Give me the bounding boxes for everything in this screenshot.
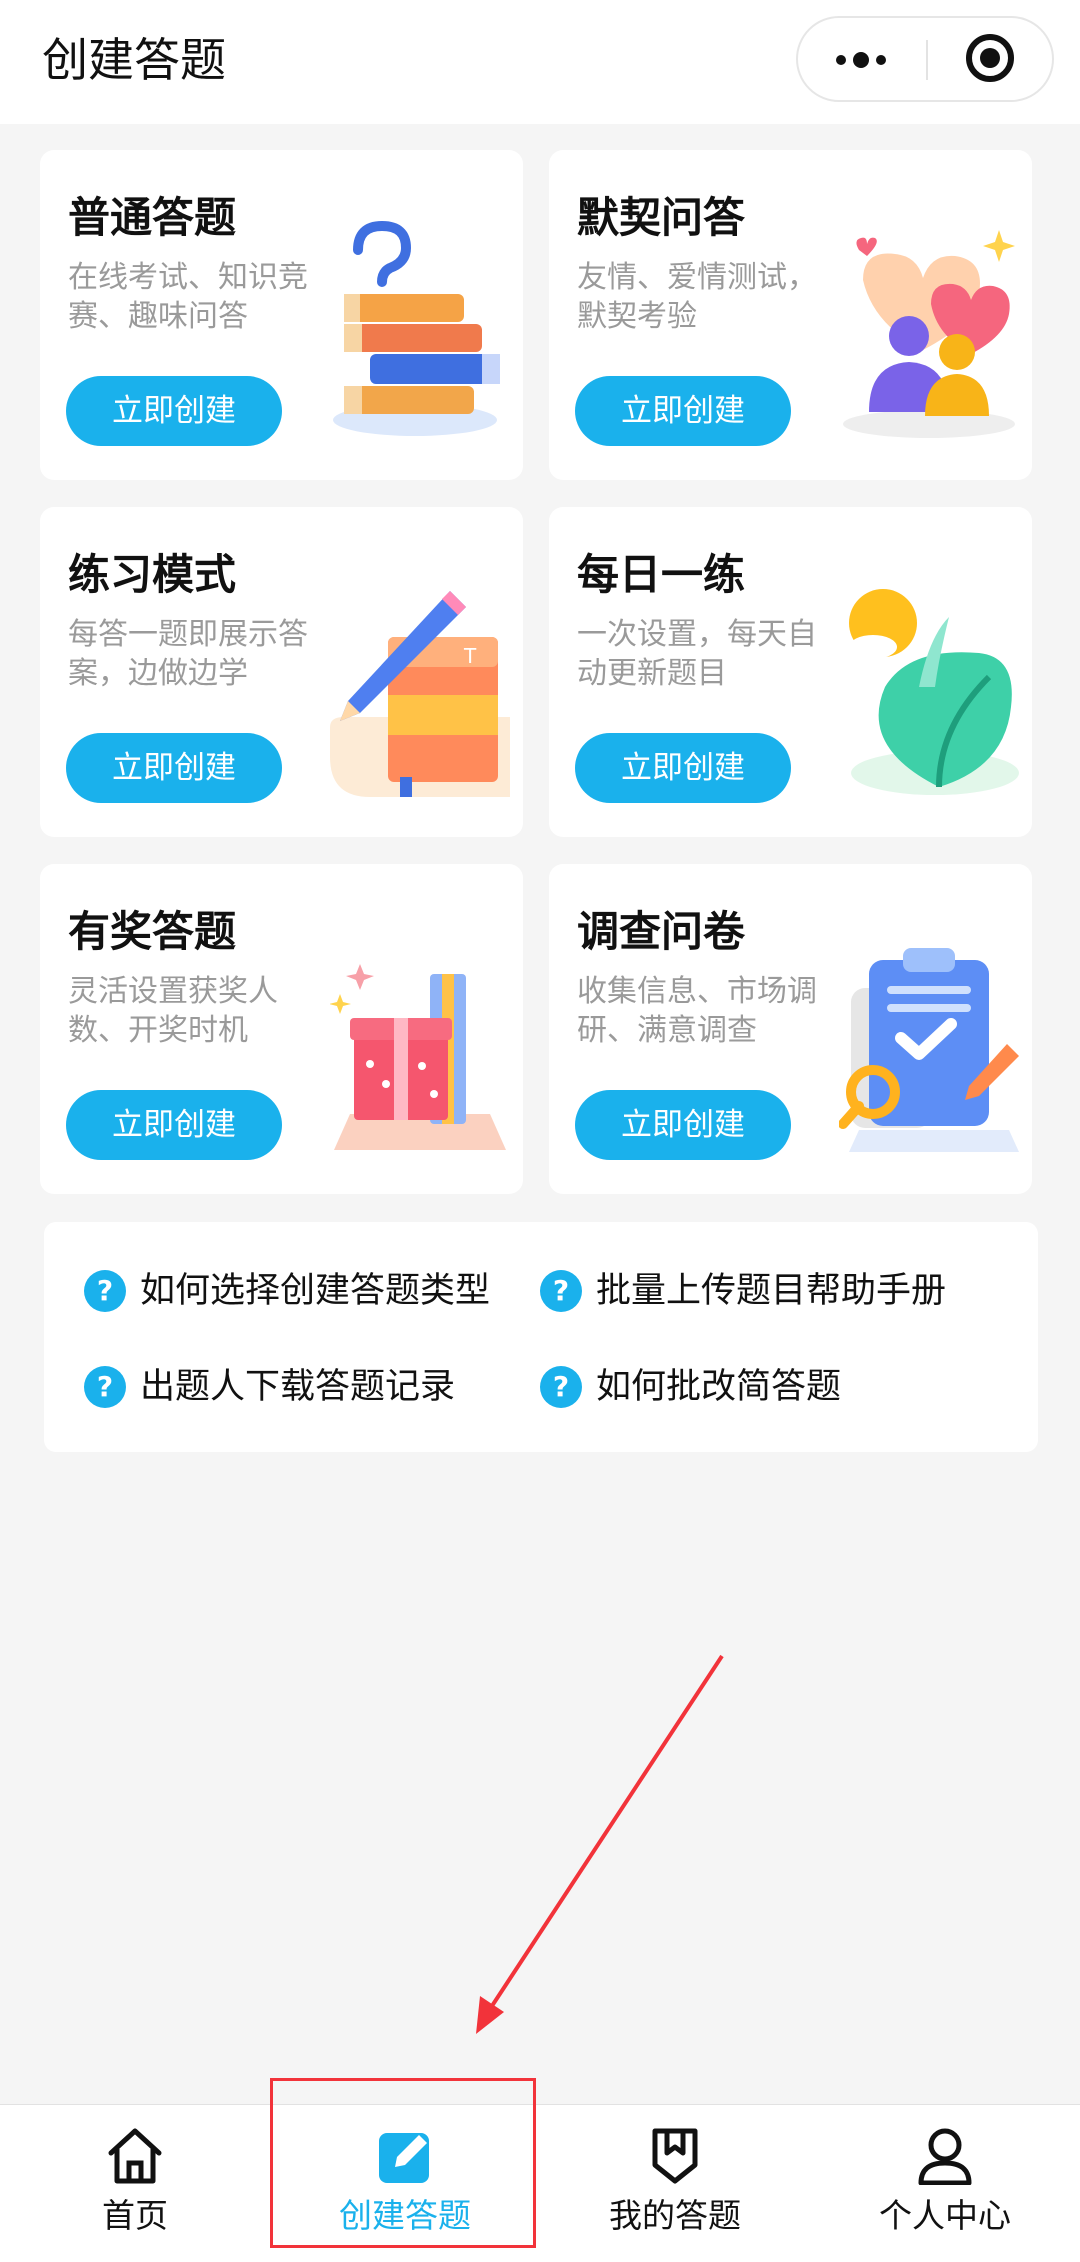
help-link-grade-short-answer[interactable]: ? 如何批改简答题 bbox=[540, 1356, 841, 1416]
card-normal-quiz[interactable]: 普通答题 在线考试、知识竞赛、趣味问答 立即创建 bbox=[40, 150, 523, 480]
card-daily-practice[interactable]: 每日一练 一次设置，每天自动更新题目 立即创建 bbox=[549, 507, 1032, 837]
card-title: 有奖答题 bbox=[68, 907, 237, 956]
tab-profile[interactable]: 个人中心 bbox=[810, 2105, 1080, 2262]
clipboard-illustration bbox=[839, 948, 1019, 1152]
help-link-choose-type[interactable]: ? 如何选择创建答题类型 bbox=[84, 1260, 490, 1320]
help-links-panel: ? 如何选择创建答题类型 ? 批量上传题目帮助手册 ? 出题人下载答题记录 ? 如何批改… bbox=[44, 1222, 1038, 1452]
home-icon bbox=[108, 2128, 162, 2184]
card-description: 一次设置，每天自动更新题目 bbox=[577, 617, 817, 691]
books-question-illustration bbox=[333, 220, 500, 436]
card-description: 收集信息、市场调研、满意调查 bbox=[577, 974, 817, 1048]
tab-label: 我的答题 bbox=[609, 2196, 741, 2235]
card-practice-mode[interactable]: 练习模式 每答一题即展示答案，边做边学 立即创建 T bbox=[40, 507, 523, 837]
page-title: 创建答题 bbox=[42, 33, 226, 87]
help-link-text: 出题人下载答题记录 bbox=[140, 1367, 456, 1407]
annotation-highlight-box bbox=[270, 2078, 536, 2248]
create-now-button[interactable]: 立即创建 bbox=[575, 376, 791, 446]
more-dot-icon bbox=[853, 52, 869, 68]
gift-box-illustration bbox=[330, 964, 506, 1150]
card-prize-quiz[interactable]: 有奖答题 灵活设置获奖人数、开奖时机 立即创建 bbox=[40, 864, 523, 1194]
nav-header: 创建答题 bbox=[0, 0, 1080, 124]
help-question-icon: ? bbox=[84, 1366, 126, 1408]
tab-home[interactable]: 首页 bbox=[0, 2105, 270, 2262]
sun-leaf-illustration bbox=[849, 589, 1019, 795]
help-question-icon: ? bbox=[540, 1270, 582, 1312]
card-description: 在线考试、知识竞赛、趣味问答 bbox=[68, 260, 308, 334]
svg-text:T: T bbox=[463, 644, 477, 668]
card-description: 每答一题即展示答案，边做边学 bbox=[68, 617, 308, 691]
card-tacit-quiz[interactable]: 默契问答 友情、爱情测试，默契考验 立即创建 bbox=[549, 150, 1032, 480]
create-now-button[interactable]: 立即创建 bbox=[66, 1090, 282, 1160]
bottom-tab-bar: 首页 创建答题 我的答题 个人中心 bbox=[0, 2104, 1080, 2262]
card-title: 默契问答 bbox=[577, 193, 746, 242]
card-title: 每日一练 bbox=[577, 550, 746, 599]
book-pencil-illustration: T bbox=[330, 591, 510, 797]
card-title: 练习模式 bbox=[68, 550, 237, 599]
create-now-button[interactable]: 立即创建 bbox=[575, 1090, 791, 1160]
target-core-icon bbox=[980, 48, 1000, 68]
help-link-batch-upload[interactable]: ? 批量上传题目帮助手册 bbox=[540, 1260, 946, 1320]
help-link-text: 如何批改简答题 bbox=[596, 1367, 842, 1407]
card-description: 灵活设置获奖人数、开奖时机 bbox=[68, 974, 278, 1048]
tab-label: 首页 bbox=[102, 2196, 168, 2235]
tab-label: 个人中心 bbox=[879, 2196, 1011, 2235]
hearts-people-illustration bbox=[843, 230, 1015, 438]
user-icon bbox=[918, 2128, 972, 2185]
more-options-button[interactable] bbox=[798, 18, 926, 100]
close-mini-program-button[interactable] bbox=[928, 18, 1054, 100]
create-now-button[interactable]: 立即创建 bbox=[66, 376, 282, 446]
help-question-icon: ? bbox=[540, 1366, 582, 1408]
mini-program-capsule bbox=[796, 16, 1054, 102]
card-description: 友情、爱情测试，默契考验 bbox=[577, 260, 817, 334]
more-dot-icon bbox=[876, 55, 886, 65]
create-now-button[interactable]: 立即创建 bbox=[575, 733, 791, 803]
bookmark-shield-icon bbox=[652, 2128, 698, 2184]
card-title: 普通答题 bbox=[68, 193, 237, 242]
help-question-icon: ? bbox=[84, 1270, 126, 1312]
help-link-download-records[interactable]: ? 出题人下载答题记录 bbox=[84, 1356, 455, 1416]
create-now-button[interactable]: 立即创建 bbox=[66, 733, 282, 803]
card-survey[interactable]: 调查问卷 收集信息、市场调研、满意调查 立即创建 bbox=[549, 864, 1032, 1194]
help-link-text: 批量上传题目帮助手册 bbox=[596, 1271, 947, 1311]
more-dot-icon bbox=[836, 55, 846, 65]
tab-my-quizzes[interactable]: 我的答题 bbox=[540, 2105, 810, 2262]
help-link-text: 如何选择创建答题类型 bbox=[140, 1271, 491, 1311]
card-title: 调查问卷 bbox=[577, 907, 746, 956]
